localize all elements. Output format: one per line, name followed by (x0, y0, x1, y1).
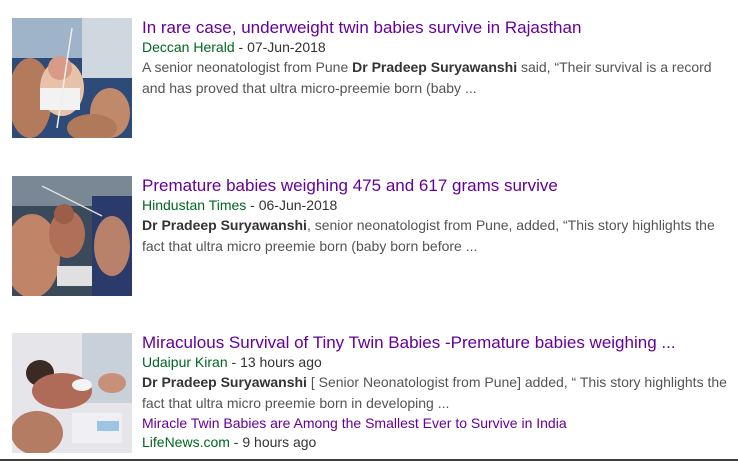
meta-separator: - (234, 39, 248, 55)
meta-separator: - (229, 434, 243, 450)
news-result: In rare case, underweight twin babies su… (0, 18, 738, 140)
news-result: Miraculous Survival of Tiny Twin Babies … (0, 333, 738, 458)
snippet-highlight: Dr Pradeep Suryawanshi (142, 374, 307, 390)
result-meta: Deccan Herald - 07-Jun-2018 (142, 38, 734, 57)
result-date: 07-Jun-2018 (247, 39, 326, 55)
news-result: Premature babies weighing 475 and 617 gr… (0, 176, 738, 298)
result-thumbnail[interactable] (12, 176, 132, 296)
related-story-meta: LifeNews.com - 9 hours ago (142, 433, 734, 452)
snippet-text: A senior neonatologist from Pune (142, 59, 353, 75)
result-content: In rare case, underweight twin babies su… (142, 18, 734, 99)
result-source: Udaipur Kiran (142, 354, 228, 370)
result-source: Deccan Herald (142, 39, 235, 55)
result-title-link[interactable]: In rare case, underweight twin babies su… (142, 18, 734, 38)
premature-baby-in-hands-photo (12, 18, 132, 138)
result-thumbnail[interactable] (12, 333, 132, 453)
meta-separator: - (227, 354, 241, 370)
result-source: Hindustan Times (142, 197, 247, 213)
result-meta: Hindustan Times - 06-Jun-2018 (142, 196, 734, 215)
result-date: 13 hours ago (240, 354, 322, 370)
result-content: Premature babies weighing 475 and 617 gr… (142, 176, 734, 257)
result-date: 06-Jun-2018 (258, 197, 338, 213)
snippet-highlight: Dr Pradeep Suryawanshi (352, 59, 518, 75)
premature-baby-in-incubator-photo (12, 176, 132, 296)
newborn-baby-photo (12, 333, 132, 453)
meta-separator: - (246, 197, 259, 213)
related-story-source: LifeNews.com (142, 434, 230, 450)
result-title-link[interactable]: Premature babies weighing 475 and 617 gr… (142, 176, 734, 196)
snippet-highlight: Dr Pradeep Suryawanshi (142, 217, 307, 233)
related-story-link[interactable]: Miracle Twin Babies are Among the Smalle… (142, 414, 734, 433)
related-story-date: 9 hours ago (242, 434, 317, 450)
result-thumbnail[interactable] (12, 18, 132, 138)
result-content: Miraculous Survival of Tiny Twin Babies … (142, 333, 734, 452)
result-snippet: Dr Pradeep Suryawanshi [ Senior Neonatol… (142, 372, 734, 414)
result-snippet: Dr Pradeep Suryawanshi, senior neonatolo… (142, 215, 734, 257)
result-title-link[interactable]: Miraculous Survival of Tiny Twin Babies … (142, 333, 734, 353)
result-meta: Udaipur Kiran - 13 hours ago (142, 353, 734, 372)
result-snippet: A senior neonatologist from Pune Dr Prad… (142, 57, 734, 99)
